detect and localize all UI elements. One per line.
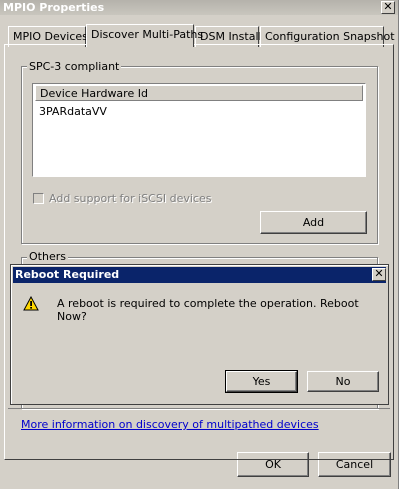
window-title-bar: MPIO Properties: [0, 0, 398, 15]
tab-label: MPIO Devices: [13, 30, 88, 43]
column-header-device-hardware-id[interactable]: Device Hardware Id: [35, 85, 363, 101]
mpio-properties-window: MPIO Properties ✕ MPIO Devices Discover …: [0, 0, 399, 489]
window-close-button[interactable]: ✕: [381, 1, 395, 14]
tab-label: Discover Multi-Paths: [91, 28, 204, 41]
tab-discover-multi-paths[interactable]: Discover Multi-Paths: [86, 24, 203, 47]
tab-label: Configuration Snapshot: [265, 30, 395, 43]
spc3-group-label: SPC-3 compliant: [27, 60, 122, 73]
more-info-link[interactable]: More information on discovery of multipa…: [21, 418, 319, 431]
iscsi-support-checkbox[interactable]: [33, 193, 44, 204]
no-button[interactable]: No: [307, 371, 379, 392]
tab-label: DSM Install: [200, 30, 262, 43]
close-icon: ✕: [383, 0, 393, 13]
close-icon: ✕: [374, 267, 384, 280]
dialog-close-button[interactable]: ✕: [372, 268, 386, 281]
dialog-title: Reboot Required: [15, 268, 120, 281]
warning-icon: [23, 296, 39, 311]
dialog-title-bar: Reboot Required: [13, 267, 386, 283]
device-hardware-id-list[interactable]: Device Hardware Id 3PARdataVV: [32, 83, 366, 177]
dialog-message: A reboot is required to complete the ope…: [57, 297, 359, 323]
column-header-label: Device Hardware Id: [40, 87, 148, 100]
reboot-required-dialog: Reboot Required ✕ A reboot is required t…: [10, 264, 389, 405]
list-item[interactable]: 3PARdataVV: [39, 105, 107, 118]
window-title: MPIO Properties: [3, 1, 105, 14]
iscsi-support-label: Add support for iSCSI devices: [49, 192, 212, 205]
separator: [8, 408, 390, 409]
others-group-label: Others: [27, 250, 68, 263]
yes-button[interactable]: Yes: [225, 370, 298, 393]
add-button[interactable]: Add: [260, 211, 367, 234]
